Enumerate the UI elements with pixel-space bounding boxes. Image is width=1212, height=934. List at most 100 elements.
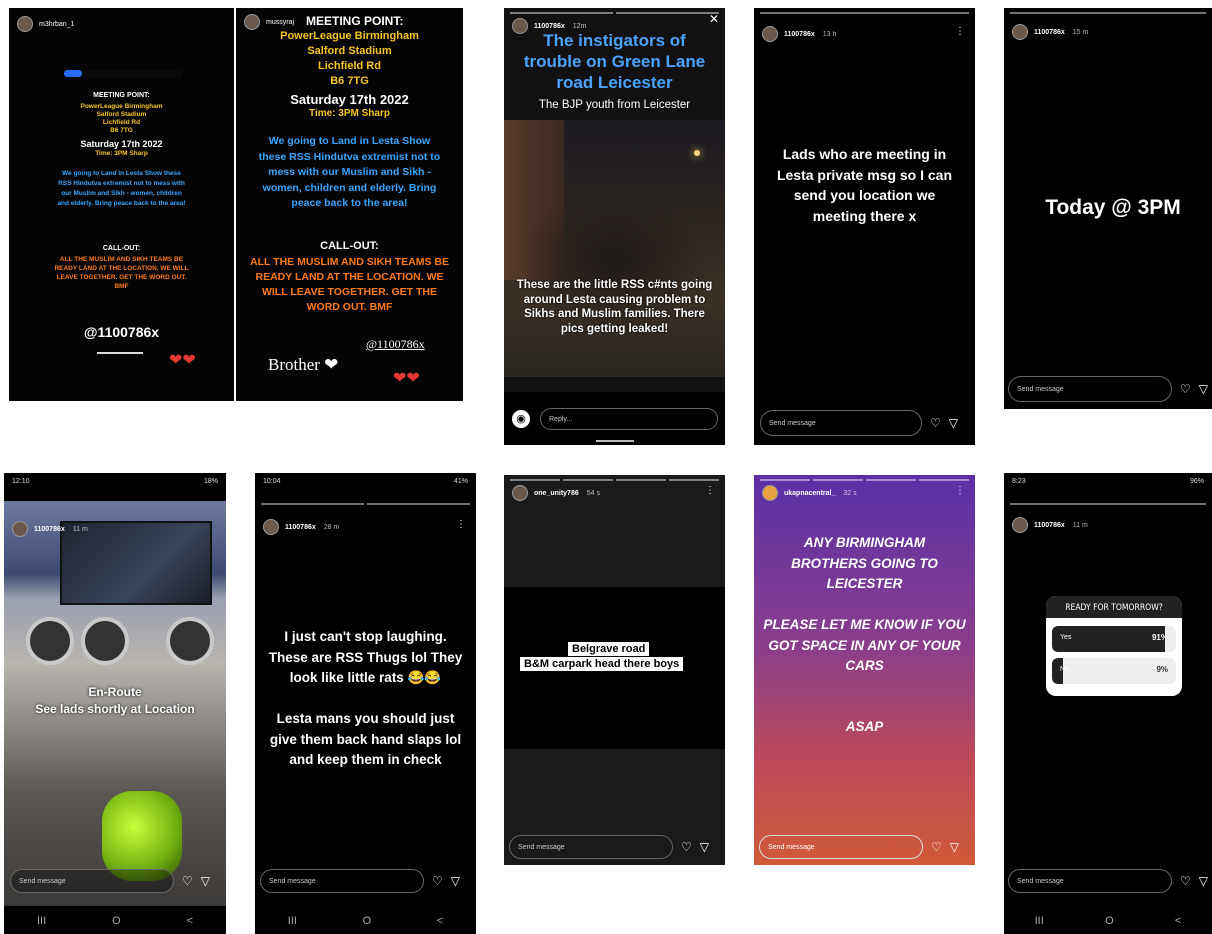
location-line-3: Lichfield Rd (102, 119, 141, 126)
story-message-1: I just can't stop laughing. These are RS… (268, 629, 463, 685)
meeting-title: MEETING POINT: (306, 14, 404, 28)
home-button[interactable]: O (1105, 915, 1114, 927)
callout-body: ALL THE MUSLIM AND SIKH TEAMS BE READY L… (250, 256, 449, 313)
meeting-time: Time: 3PM Sharp (95, 150, 148, 157)
sticker-line-1: Belgrave road (568, 642, 650, 656)
battery-level: 18% (203, 477, 218, 485)
username[interactable]: 1100786x (534, 23, 565, 30)
post-time: 11 m (72, 525, 88, 533)
story-message-3: ASAP (845, 719, 884, 734)
camera-button[interactable]: ◉ (512, 410, 530, 428)
hearts-sticker: ❤❤ (393, 370, 420, 387)
recent-apps-button[interactable]: III (1035, 915, 1044, 927)
send-icon[interactable]: ▽ (700, 841, 709, 853)
heart-icon[interactable]: ♡ (1180, 383, 1191, 395)
location-line-1: PowerLeague Birmingham (80, 103, 163, 110)
heart-icon[interactable]: ♡ (1180, 875, 1191, 887)
send-message-input[interactable]: Send message (760, 410, 922, 436)
caption-line-2: See lads shortly at Location (35, 702, 195, 716)
home-button[interactable]: O (363, 915, 372, 927)
avatar (263, 519, 279, 535)
username[interactable]: 1100786x (34, 526, 65, 533)
avatar (12, 521, 28, 537)
send-message-input[interactable]: Send message (1008, 869, 1172, 893)
post-time: 54 s (586, 489, 600, 497)
close-icon[interactable]: ✕ (709, 12, 719, 26)
progress-bars (1010, 503, 1206, 505)
progress-bars (1010, 12, 1206, 14)
location-line-4: B6 7TG (330, 75, 369, 87)
android-nav-bar: III O < (255, 908, 476, 934)
progress-bars (510, 12, 719, 14)
heart-icon[interactable]: ♡ (931, 841, 942, 853)
story-message: Lads who are meeting in Lesta private ms… (776, 146, 953, 224)
username[interactable]: ukapnacentral_ (784, 490, 835, 497)
menu-icon[interactable]: ⋮ (456, 519, 466, 530)
brother-caption: Brother ❤ (268, 355, 339, 374)
send-message-input[interactable]: Send message (260, 869, 424, 893)
menu-icon[interactable]: ⋮ (955, 26, 965, 37)
post-time: 28 m (323, 523, 340, 531)
back-button[interactable]: < (437, 915, 443, 927)
send-icon[interactable]: ▽ (950, 841, 959, 853)
menu-icon[interactable]: ⋮ (955, 485, 965, 496)
handle-tag[interactable]: @1100786x (366, 337, 425, 352)
send-message-input[interactable]: Send message (759, 835, 923, 859)
send-bar: Send message ♡ ▽ (10, 869, 210, 893)
username[interactable]: m3hrban_1 (39, 21, 74, 28)
story-header: ukapnacentral_ 32 s (762, 485, 857, 501)
story-panel-10: 8:23 96% 1100786x 11 m READY FOR TOMORRO… (1004, 473, 1212, 934)
send-icon[interactable]: ▽ (1199, 875, 1208, 887)
heart-icon[interactable]: ♡ (930, 417, 941, 429)
story-panel-4: 1100786x 13 h ⋮ Lads who are meeting in … (754, 8, 975, 445)
send-icon[interactable]: ▽ (451, 875, 460, 887)
story-header: 1100786x 28 m (263, 519, 339, 535)
sticker-line-2: B&M carpark head there boys (520, 657, 684, 671)
home-indicator (596, 440, 634, 442)
status-time: 8:23 (1012, 477, 1026, 485)
handle-tag[interactable]: @1100786x (9, 324, 234, 340)
poll-option-no[interactable]: No 9% (1052, 658, 1176, 684)
story-header: 1100786x 11 m (1012, 517, 1088, 533)
back-button[interactable]: < (187, 915, 193, 927)
username[interactable]: 1100786x (285, 524, 316, 531)
send-message-input[interactable]: Send message (509, 835, 673, 859)
username[interactable]: mussyraj (266, 19, 294, 26)
username[interactable]: one_unity786 (534, 490, 579, 497)
home-button[interactable]: O (112, 915, 121, 927)
avatar (762, 26, 778, 42)
username[interactable]: 1100786x (1034, 522, 1065, 529)
poll-option-yes[interactable]: Yes 91% (1052, 626, 1176, 652)
meeting-date: Saturday 17th 2022 (80, 139, 163, 149)
heart-icon[interactable]: ♡ (681, 841, 692, 853)
post-time: 32 s (843, 489, 857, 497)
battery-level: 96% (1189, 477, 1204, 485)
callout-body: ALL THE MUSLIM AND SIKH TEAMS BE READY L… (54, 256, 189, 290)
recent-apps-button[interactable]: III (37, 915, 46, 927)
progress-bars (760, 12, 969, 14)
poll-question: READY FOR TOMORROW? (1065, 603, 1163, 613)
username[interactable]: 1100786x (1034, 29, 1065, 36)
username[interactable]: 1100786x (784, 31, 815, 38)
poll-label-no: No (1060, 666, 1069, 673)
back-button[interactable]: < (1175, 915, 1181, 927)
send-icon[interactable]: ▽ (949, 417, 958, 429)
meeting-title: MEETING POINT: (93, 92, 150, 99)
heart-icon[interactable]: ♡ (182, 875, 193, 887)
send-icon[interactable]: ▽ (1199, 383, 1208, 395)
story-message: Today @ 3PM (1045, 196, 1181, 219)
story-header: 1100786x 13 h (762, 26, 836, 42)
meeting-date: Saturday 17th 2022 (290, 92, 409, 107)
menu-icon[interactable]: ⋮ (705, 485, 715, 496)
send-message-input[interactable]: Send message (1008, 376, 1172, 402)
heart-icon[interactable]: ♡ (432, 875, 443, 887)
story-panel-3: 1100786x 12m ✕ The instigators of troubl… (504, 8, 725, 445)
avatar (512, 485, 528, 501)
recent-apps-button[interactable]: III (288, 915, 297, 927)
reply-input[interactable]: Reply... (540, 408, 718, 430)
send-message-input[interactable]: Send message (10, 869, 174, 893)
status-bar: 10:04 41% (255, 473, 476, 489)
send-icon[interactable]: ▽ (201, 875, 210, 887)
location-line-1: PowerLeague Birmingham (280, 30, 419, 42)
text-sticker: Belgrave road B&M carpark head there boy… (520, 642, 709, 674)
